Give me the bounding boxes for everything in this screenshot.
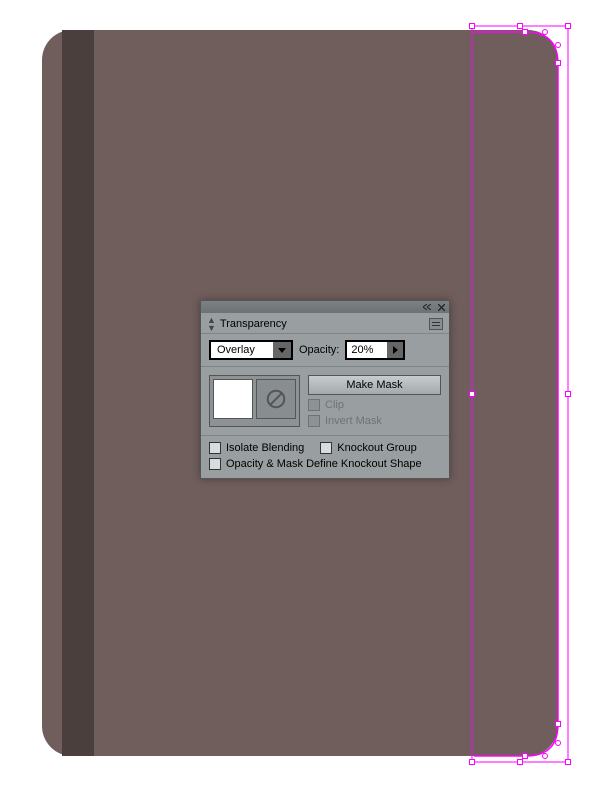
opacity-mask-define-label: Opacity & Mask Define Knockout Shape — [226, 458, 422, 470]
preview-swatches — [209, 375, 300, 427]
clip-label: Clip — [325, 399, 344, 411]
close-icon[interactable] — [436, 303, 446, 311]
opacity-mask-define-checkbox[interactable]: Opacity & Mask Define Knockout Shape — [209, 458, 441, 470]
opacity-input[interactable] — [347, 342, 387, 358]
knockout-group-checkbox[interactable]: Knockout Group — [320, 442, 417, 454]
isolate-blending-checkbox[interactable]: Isolate Blending — [209, 442, 304, 454]
make-mask-button[interactable]: Make Mask — [308, 375, 441, 395]
transparency-panel: ▲▼ Transparency Overlay Opacity: — [200, 300, 450, 479]
clip-checkbox: Clip — [308, 399, 441, 411]
invert-mask-label: Invert Mask — [325, 415, 382, 427]
panel-cycle-icon[interactable]: ▲▼ — [207, 316, 216, 332]
panel-menu-icon[interactable] — [429, 318, 443, 330]
opacity-label: Opacity: — [299, 344, 339, 356]
object-preview-swatch[interactable] — [213, 379, 253, 419]
panel-row-mask: Make Mask Clip Invert Mask — [201, 367, 449, 436]
panel-title: Transparency — [220, 318, 287, 330]
collapse-icon[interactable] — [422, 303, 432, 311]
panel-row-opacitymask: Opacity & Mask Define Knockout Shape — [201, 456, 449, 478]
blend-mode-value: Overlay — [211, 344, 273, 356]
chevron-down-icon — [273, 342, 291, 358]
chevron-right-icon — [387, 342, 403, 358]
knockout-group-label: Knockout Group — [337, 442, 417, 454]
mask-preview-swatch[interactable] — [256, 379, 296, 419]
panel-row-knockout: Isolate Blending Knockout Group — [201, 436, 449, 456]
book-spine — [62, 30, 94, 756]
panel-headerbar — [201, 301, 449, 313]
no-mask-icon — [265, 388, 287, 410]
panel-tab: ▲▼ Transparency — [201, 313, 449, 334]
opacity-field[interactable] — [345, 340, 405, 360]
isolate-blending-label: Isolate Blending — [226, 442, 304, 454]
invert-mask-checkbox: Invert Mask — [308, 415, 441, 427]
panel-row-blend: Overlay Opacity: — [201, 334, 449, 367]
blend-mode-dropdown[interactable]: Overlay — [209, 340, 293, 360]
make-mask-label: Make Mask — [346, 379, 402, 391]
